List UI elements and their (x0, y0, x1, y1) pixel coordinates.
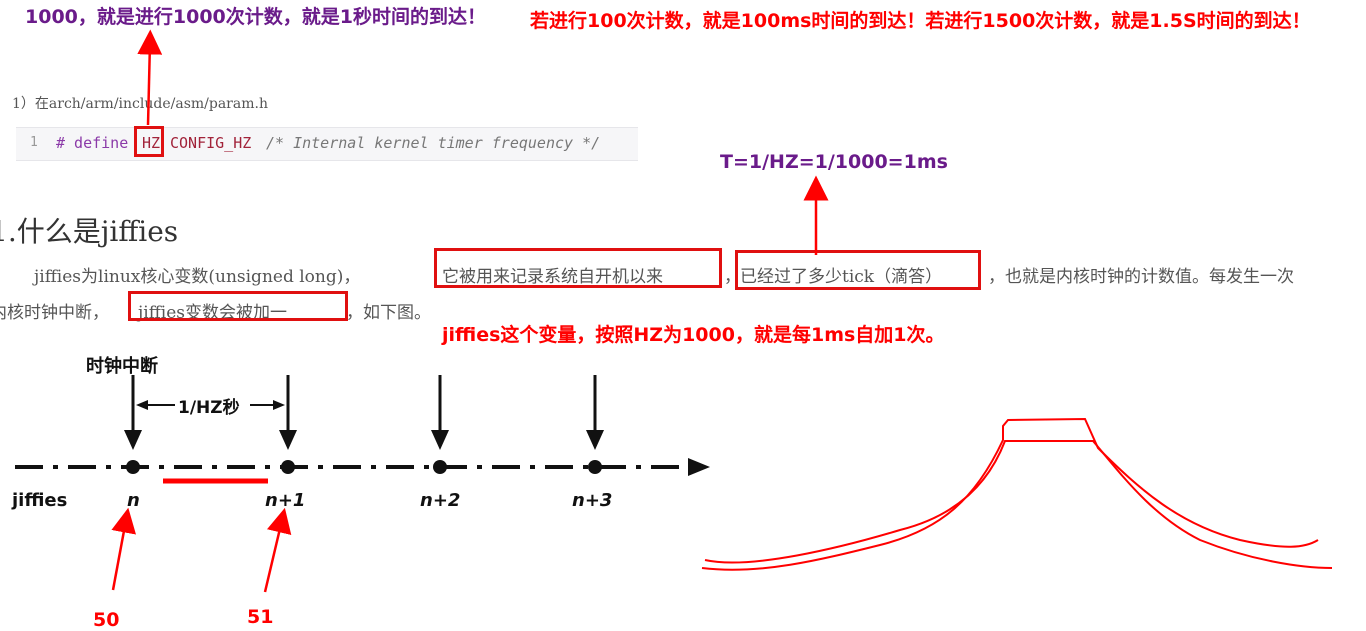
tick-dot-n2 (433, 460, 447, 474)
tick-dot-n (126, 460, 140, 474)
arrow-to-tick-n1 (263, 507, 292, 593)
red-arrows (111, 29, 829, 593)
drawing-layer (15, 29, 1333, 593)
interval-dimension (136, 400, 285, 410)
hand-drawn-curve (701, 417, 1333, 571)
arrow-to-note-top (137, 29, 163, 126)
timeline-arrowhead (688, 458, 710, 476)
tick-dot-n3 (588, 460, 602, 474)
interrupt-arrows (124, 375, 604, 450)
arrow-to-tick-n (111, 507, 137, 591)
tick-dot-n1 (281, 460, 295, 474)
